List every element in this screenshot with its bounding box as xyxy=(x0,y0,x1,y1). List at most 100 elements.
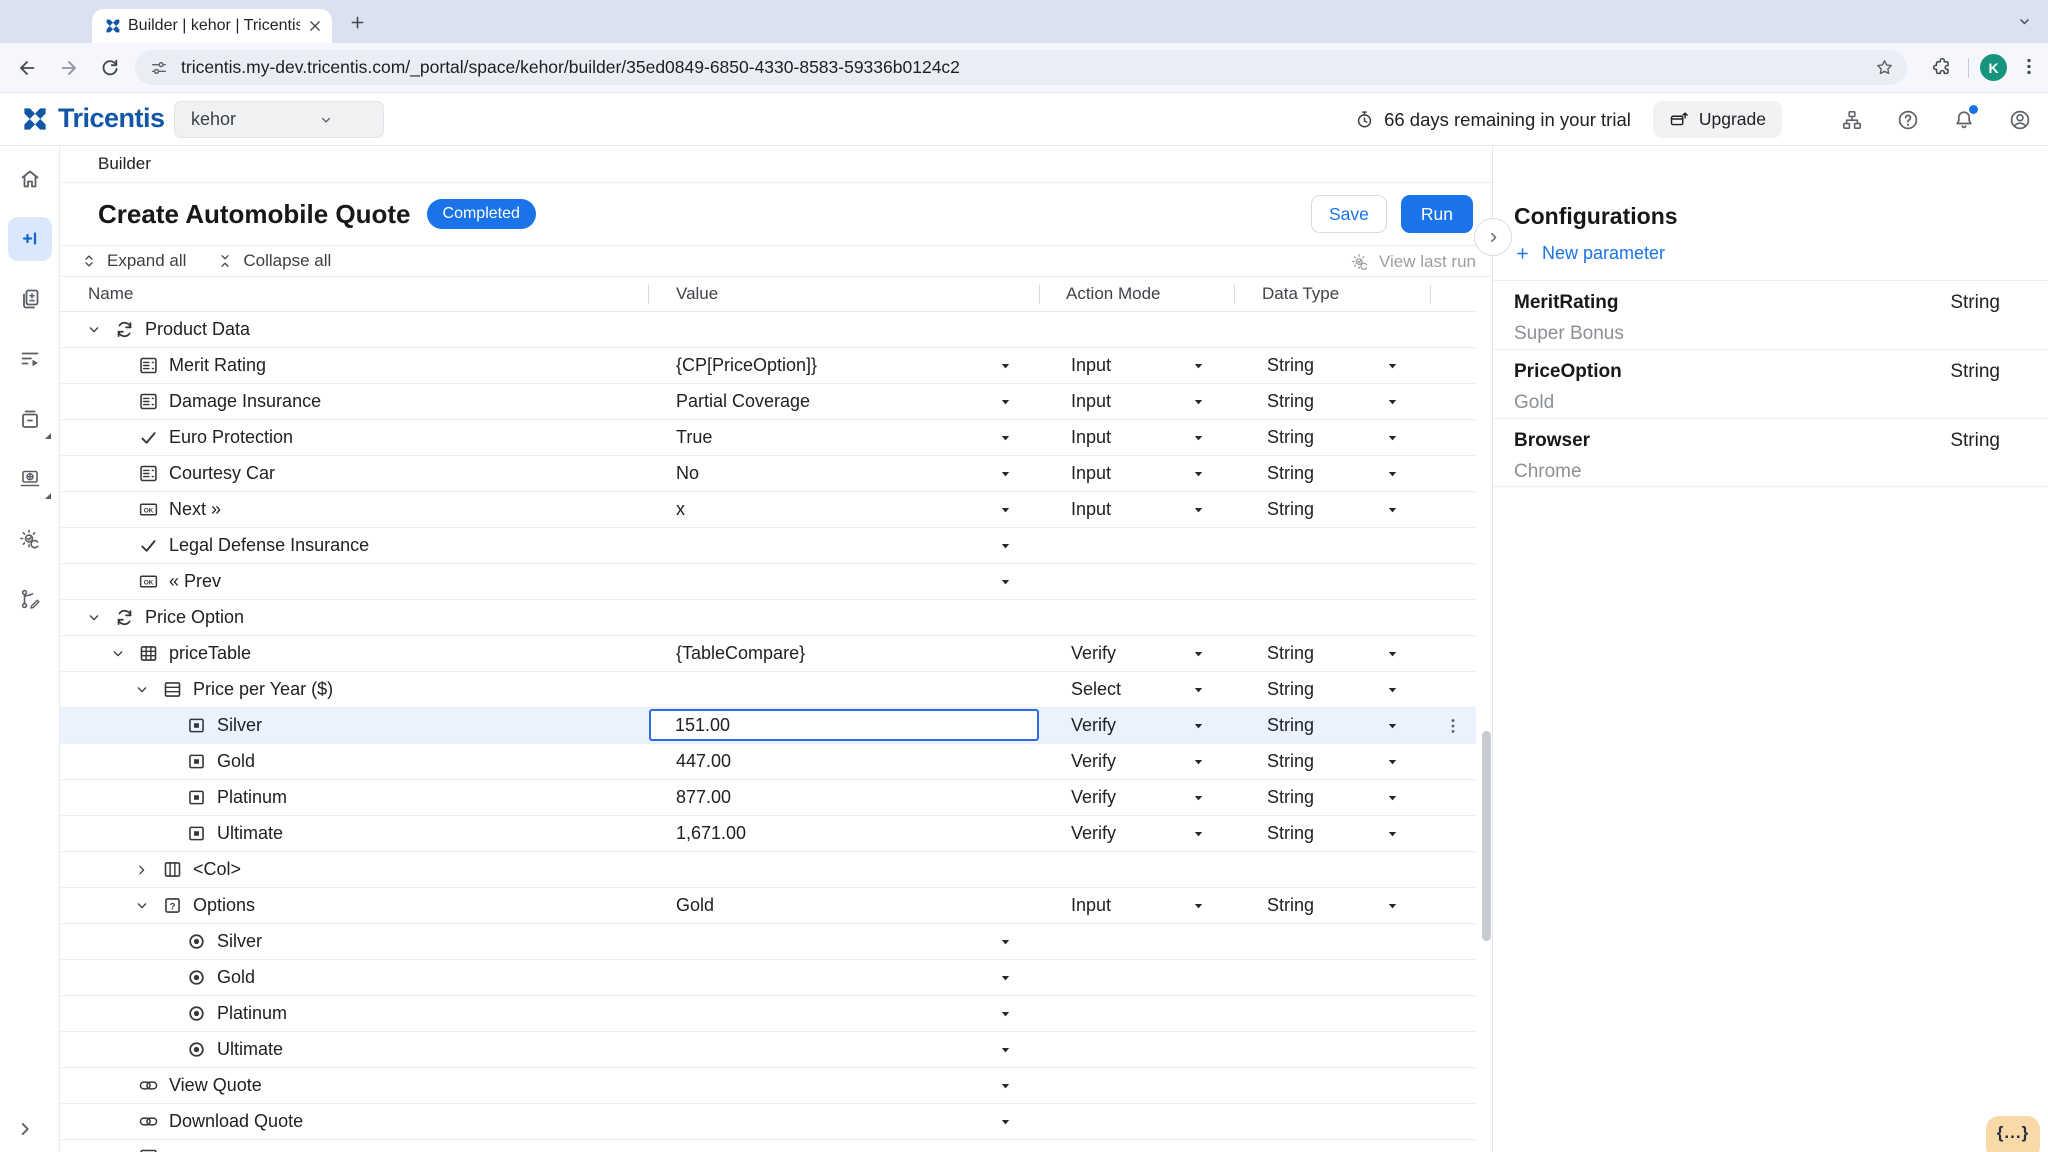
expand-toggle[interactable] xyxy=(86,322,114,338)
value-select[interactable]: No xyxy=(648,456,1039,491)
sidebar-item-home[interactable] xyxy=(0,149,60,209)
table-row[interactable]: Ultimate1,671.00VerifyString xyxy=(60,816,1476,852)
sidebar-item-builder-plus[interactable] xyxy=(0,209,60,269)
table-row[interactable]: Silver xyxy=(60,924,1476,960)
expand-toggle[interactable] xyxy=(110,646,138,662)
parameter-item[interactable]: BrowserStringChrome xyxy=(1493,418,2048,487)
action-mode-select[interactable]: Verify xyxy=(1039,636,1234,671)
expand-toggle[interactable] xyxy=(134,862,162,878)
notifications-bell-icon[interactable] xyxy=(1952,108,1976,132)
table-row[interactable]: <Col> xyxy=(60,852,1476,888)
new-parameter-button[interactable]: New parameter xyxy=(1514,243,1665,264)
value-select[interactable] xyxy=(648,564,1039,599)
table-row[interactable]: Legal Defense Insurance xyxy=(60,528,1476,564)
action-mode-select[interactable]: Verify xyxy=(1039,744,1234,779)
user-account-icon[interactable] xyxy=(2008,108,2032,132)
table-row[interactable]: Price Option xyxy=(60,600,1476,636)
sidebar-expand-chevron-icon[interactable] xyxy=(14,1118,36,1140)
extensions-icon[interactable] xyxy=(1930,55,1953,78)
table-row[interactable]: Courtesy CarNoInputString xyxy=(60,456,1476,492)
action-mode-select[interactable]: Input xyxy=(1039,420,1234,455)
table-row[interactable]: OKNext »xInputString xyxy=(60,492,1476,528)
address-bar[interactable]: tricentis.my-dev.tricentis.com/_portal/s… xyxy=(135,50,1907,85)
vertical-scrollbar[interactable] xyxy=(1482,731,1491,941)
browser-avatar[interactable]: K xyxy=(1980,54,2007,81)
action-mode-select[interactable]: Verify xyxy=(1039,780,1234,815)
action-mode-select[interactable]: Verify xyxy=(1039,708,1234,743)
panel-collapse-button[interactable] xyxy=(1474,218,1512,256)
table-row[interactable]: Product Data xyxy=(60,312,1476,348)
value-select[interactable] xyxy=(648,528,1039,563)
table-row[interactable]: Merit Rating{CP[PriceOption]}InputString xyxy=(60,348,1476,384)
site-info-icon[interactable] xyxy=(149,58,169,78)
sidebar-item-test-runs[interactable] xyxy=(0,329,60,389)
expand-toggle[interactable] xyxy=(134,682,162,698)
data-type-select[interactable]: String xyxy=(1234,888,1430,923)
workspace-select[interactable]: kehor xyxy=(174,101,384,138)
value-select[interactable] xyxy=(648,1068,1039,1103)
expand-toggle[interactable] xyxy=(86,610,114,626)
reload-icon[interactable] xyxy=(99,57,121,79)
table-row[interactable]: SilverVerifyString xyxy=(60,708,1476,744)
table-row[interactable]: Ultimate xyxy=(60,1032,1476,1068)
value-select[interactable] xyxy=(648,960,1039,995)
table-row[interactable]: Platinum xyxy=(60,996,1476,1032)
value-input[interactable] xyxy=(649,709,1039,741)
back-icon[interactable] xyxy=(16,57,38,79)
run-button[interactable]: Run xyxy=(1401,195,1473,233)
value-select[interactable] xyxy=(648,996,1039,1031)
table-row[interactable]: View Quote xyxy=(60,1068,1476,1104)
value-select[interactable] xyxy=(648,924,1039,959)
value-select[interactable]: True xyxy=(648,420,1039,455)
data-type-select[interactable]: String xyxy=(1234,816,1430,851)
value-select[interactable]: {CP[PriceOption]} xyxy=(648,348,1039,383)
sidebar-item-branch-edit[interactable] xyxy=(0,569,60,629)
data-type-select[interactable]: String xyxy=(1234,672,1430,707)
data-type-select[interactable]: String xyxy=(1234,708,1430,743)
table-row[interactable]: Platinum877.00VerifyString xyxy=(60,780,1476,816)
data-type-select[interactable]: String xyxy=(1234,636,1430,671)
chat-widget-button[interactable]: {...} xyxy=(1986,1116,2040,1152)
bookmark-star-icon[interactable] xyxy=(1874,57,1895,78)
table-row[interactable]: ?OptionsGoldInputString xyxy=(60,888,1476,924)
action-mode-select[interactable]: Input xyxy=(1039,384,1234,419)
sidebar-item-settings-check[interactable] xyxy=(0,509,60,569)
collapse-all-button[interactable]: Collapse all xyxy=(216,251,331,271)
sidebar-item-web-device[interactable] xyxy=(0,449,60,509)
browser-tab[interactable]: Builder | kehor | Tricentis Tosc xyxy=(92,9,332,43)
action-mode-select[interactable]: Verify xyxy=(1039,816,1234,851)
table-row[interactable]: OK« Prev xyxy=(60,564,1476,600)
data-type-select[interactable]: String xyxy=(1234,492,1430,527)
row-actions-menu[interactable] xyxy=(1430,708,1476,743)
data-type-select[interactable]: String xyxy=(1234,744,1430,779)
tab-search-icon[interactable] xyxy=(2015,12,2034,31)
parameter-item[interactable]: PriceOptionStringGold xyxy=(1493,349,2048,418)
action-mode-select[interactable]: Input xyxy=(1039,492,1234,527)
table-row[interactable]: Price per Year ($)SelectString xyxy=(60,672,1476,708)
value-select[interactable]: Partial Coverage xyxy=(648,384,1039,419)
parameter-item[interactable]: MeritRatingStringSuper Bonus xyxy=(1493,280,2048,349)
tab-close-icon[interactable] xyxy=(306,17,324,35)
value-select[interactable] xyxy=(648,1032,1039,1067)
save-button[interactable]: Save xyxy=(1311,195,1387,233)
data-type-select[interactable]: String xyxy=(1234,420,1430,455)
value-select[interactable]: x xyxy=(648,492,1039,527)
new-tab-button[interactable] xyxy=(348,13,367,32)
value-cell[interactable] xyxy=(648,708,1039,743)
action-mode-select[interactable]: Input xyxy=(1039,888,1234,923)
table-row[interactable]: Euro ProtectionTrueInputString xyxy=(60,420,1476,456)
value-select[interactable] xyxy=(648,1104,1039,1139)
table-row[interactable] xyxy=(60,1140,1476,1152)
table-row[interactable]: priceTable{TableCompare}VerifyString xyxy=(60,636,1476,672)
table-row[interactable]: Gold447.00VerifyString xyxy=(60,744,1476,780)
data-type-select[interactable]: String xyxy=(1234,456,1430,491)
browser-menu-icon[interactable] xyxy=(2018,55,2040,78)
table-row[interactable]: Damage InsurancePartial CoverageInputStr… xyxy=(60,384,1476,420)
forward-icon[interactable] xyxy=(58,57,80,79)
table-row[interactable]: Download Quote xyxy=(60,1104,1476,1140)
data-type-select[interactable]: String xyxy=(1234,780,1430,815)
data-type-select[interactable]: String xyxy=(1234,348,1430,383)
upgrade-button[interactable]: Upgrade xyxy=(1653,101,1782,138)
help-icon[interactable] xyxy=(1896,108,1920,132)
view-last-run-button[interactable]: View last run xyxy=(1350,246,1476,278)
